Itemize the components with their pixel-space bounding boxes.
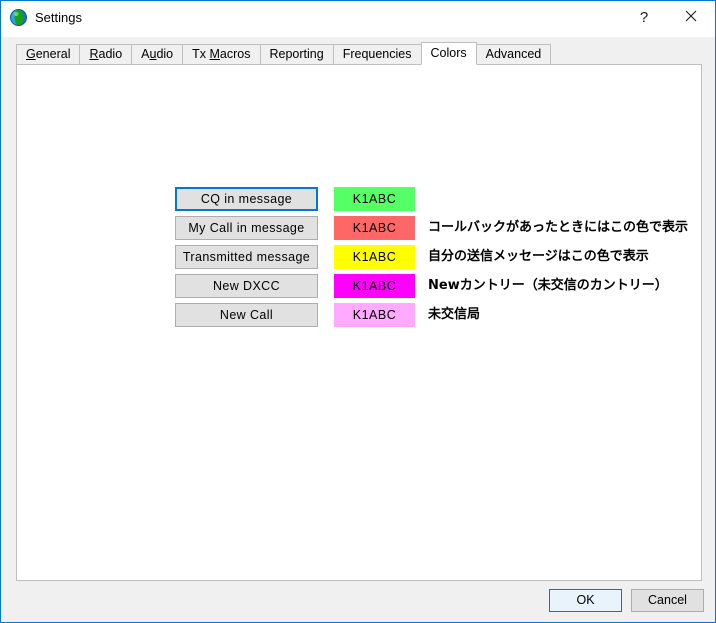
tab-tx-macros[interactable]: Tx Macros	[182, 44, 261, 65]
color-row-note: Newカントリー（未交信のカントリー）	[428, 278, 668, 293]
color-swatch-preview: K1ABC	[334, 245, 415, 269]
color-swatch-preview: K1ABC	[334, 303, 415, 327]
color-button-my-call-in-message[interactable]: My Call in message	[175, 216, 318, 240]
tab-label: Audio	[141, 47, 174, 61]
tab-reporting[interactable]: Reporting	[259, 44, 334, 65]
tab-label: Colors	[430, 46, 467, 60]
tab-general[interactable]: General	[16, 44, 81, 65]
close-button[interactable]	[668, 1, 714, 34]
color-button-cq-in-message[interactable]: CQ in message	[175, 187, 318, 211]
help-button[interactable]: ?	[621, 1, 667, 34]
color-row-note: 自分の送信メッセージはこの色で表示	[428, 249, 649, 264]
ok-button[interactable]: OK	[549, 589, 622, 612]
color-button-new-call[interactable]: New Call	[175, 303, 318, 327]
tab-label: Advanced	[485, 47, 542, 61]
color-row-note: コールバックがあったときにはこの色で表示	[428, 220, 689, 235]
colors-tab-panel: CQ in message K1ABC My Call in message K1AB…	[16, 64, 702, 581]
tab-audio[interactable]: Audio	[131, 44, 184, 65]
title-bar: Settings ?	[1, 1, 715, 37]
tab-advanced[interactable]: Advanced	[475, 44, 552, 65]
color-button-new-dxcc[interactable]: New DXCC	[175, 274, 318, 298]
tab-label: Reporting	[269, 47, 324, 61]
question-mark-icon: ?	[639, 9, 649, 26]
tab-label: Frequencies	[342, 47, 412, 61]
cancel-button[interactable]: Cancel	[631, 589, 704, 612]
color-swatch-preview: K1ABC	[334, 274, 415, 298]
tab-label: General	[26, 47, 71, 61]
color-row-note: 未交信局	[428, 307, 481, 322]
close-icon	[685, 10, 697, 25]
tab-label: Radio	[89, 47, 123, 61]
settings-window: Settings ? General Radio Audio Tx Macros Rep…	[0, 0, 716, 623]
color-button-transmitted-message[interactable]: Transmitted message	[175, 245, 318, 269]
color-swatch-preview: K1ABC	[334, 187, 415, 211]
tab-colors[interactable]: Colors	[420, 42, 477, 65]
tab-label: Tx Macros	[192, 47, 251, 61]
color-swatch-preview: K1ABC	[334, 216, 415, 240]
tab-frequencies[interactable]: Frequencies	[332, 44, 422, 65]
settings-tabstrip: General Radio Audio Tx Macros Reporting Frequ…	[16, 42, 552, 65]
window-title: Settings	[35, 10, 82, 25]
tab-radio[interactable]: Radio	[79, 44, 133, 65]
globe-icon	[10, 9, 27, 26]
